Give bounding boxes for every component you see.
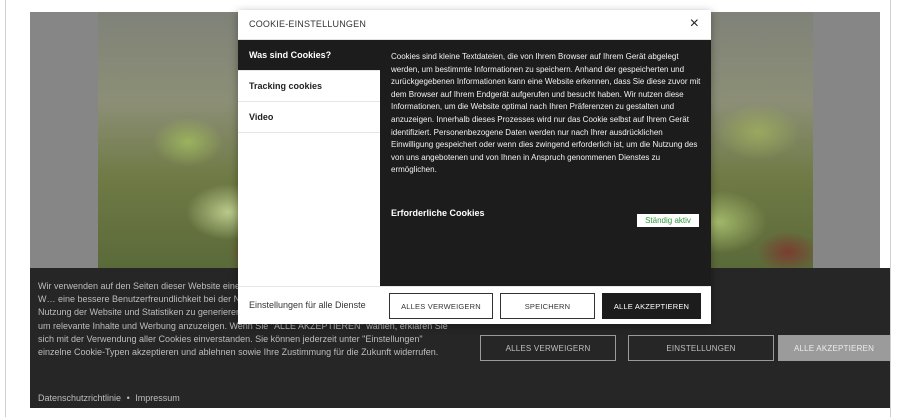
banner-reject-all-button[interactable]: ALLES VERWEIGERN [480, 335, 616, 361]
always-active-badge: Ständig aktiv [637, 214, 699, 227]
close-icon[interactable]: × [690, 16, 699, 32]
page: Wir verwenden auf den Seiten dieser Webs… [0, 0, 897, 417]
tab-what-are-cookies[interactable]: Was sind Cookies? [238, 40, 380, 71]
modal-save-button[interactable]: SPEICHERN [500, 293, 595, 319]
modal-tab-list: Was sind Cookies? Tracking cookies Video [238, 40, 380, 286]
hero-overlay-right [813, 12, 880, 268]
banner-accept-all-button[interactable]: ALLE AKZEPTIEREN [778, 335, 890, 361]
page-edge-right [890, 0, 897, 417]
modal-reject-all-button[interactable]: ALLES VERWEIGERN [389, 293, 493, 319]
tab-video[interactable]: Video [238, 102, 380, 133]
modal-content-panel: Cookies sind kleine Textdateien, die von… [380, 40, 711, 286]
hero-overlay-left [30, 12, 98, 268]
link-separator: • [126, 393, 130, 403]
cookie-banner-links: Datenschutzrichtlinie • Impressum [38, 393, 180, 403]
tab-tracking-cookies[interactable]: Tracking cookies [238, 71, 380, 102]
modal-title: COOKIE-EINSTELLUNGEN [249, 19, 367, 29]
modal-header: COOKIE-EINSTELLUNGEN × [238, 10, 711, 40]
cookie-settings-modal: COOKIE-EINSTELLUNGEN × Was sind Cookies?… [238, 10, 711, 324]
settings-for-all-services-label: Einstellungen für alle Dienste [249, 300, 366, 310]
modal-accept-all-button[interactable]: ALLE AKZEPTIEREN [602, 293, 701, 319]
page-edge-left [5, 0, 6, 417]
modal-footer: Einstellungen für alle Dienste ALLES VER… [238, 286, 711, 324]
privacy-policy-link[interactable]: Datenschutzrichtlinie [38, 393, 121, 403]
required-cookies-heading: Erforderliche Cookies [391, 208, 485, 218]
imprint-link[interactable]: Impressum [135, 393, 180, 403]
cookie-explanation-text: Cookies sind kleine Textdateien, die von… [391, 52, 701, 175]
banner-settings-button[interactable]: EINSTELLUNGEN [628, 335, 774, 361]
